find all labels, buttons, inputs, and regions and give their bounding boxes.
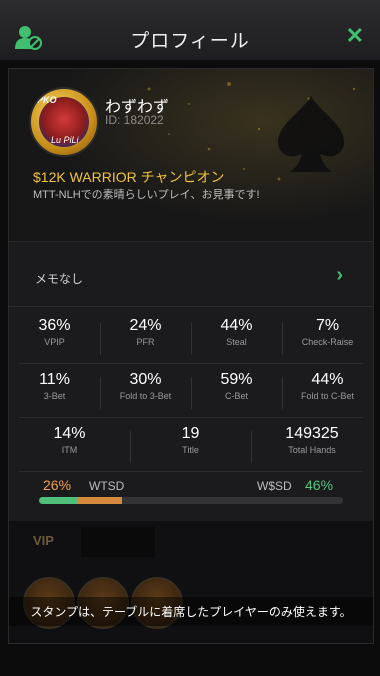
stat-label: Steal [226, 337, 247, 347]
stat-label: Title [182, 445, 199, 455]
stat-label: VPIP [44, 337, 65, 347]
stat-steal: 44% Steal [191, 317, 282, 347]
profile-panel: PKO Lu PiLi わずわず ID: 182022 $12K WARRIOR… [8, 68, 374, 644]
page-title: プロフィール [130, 31, 250, 52]
stat-label: ITM [61, 445, 78, 455]
stat-label: Total Hands [288, 445, 336, 455]
stat-vpip: 36% VPIP [9, 317, 100, 347]
stat-total-hands: 149325 Total Hands [251, 425, 373, 455]
stat-itm: 14% ITM [9, 425, 130, 455]
avatar-text-top: PKO [37, 95, 57, 105]
wtsd-value: 26% [43, 477, 72, 493]
player-id: ID: 182022 [105, 113, 164, 127]
avatar-text-bottom: Lu PiLi [51, 135, 79, 145]
stat-label: Fold to C-Bet [300, 391, 355, 401]
stat-value: 149325 [285, 425, 339, 442]
wtsd-fill [77, 497, 122, 504]
chevron-right-icon[interactable]: › [336, 264, 343, 287]
wsd-value: 46% [305, 477, 334, 493]
divider [19, 471, 363, 472]
stamp-area: VIP スタンプは、テーブルに着席したプレイヤーのみ使えます。 [9, 521, 373, 643]
vip-tab[interactable]: VIP [33, 533, 54, 548]
stat-fold-to-3bet: 30% Fold to 3-Bet [100, 371, 191, 401]
spade-icon [278, 96, 344, 172]
stamp-thumbnail[interactable] [81, 527, 155, 557]
profile-hero: PKO Lu PiLi わずわず ID: 182022 $12K WARRIOR… [9, 69, 373, 241]
stamp-notice: スタンプは、テーブルに着席したプレイヤーのみ使えます。 [9, 597, 373, 626]
stat-3bet: 11% 3-Bet [9, 371, 100, 401]
stat-fold-to-cbet: 44% Fold to C-Bet [282, 371, 373, 401]
stat-value: 44% [220, 317, 253, 334]
stat-check-raise: 7% Check-Raise [282, 317, 373, 347]
top-bar: プロフィール ✕ [0, 0, 380, 60]
stat-label: 3-Bet [43, 391, 66, 401]
stat-label: Fold to 3-Bet [119, 391, 172, 401]
stat-label: PFR [136, 337, 155, 347]
divider [19, 363, 363, 364]
stat-value: 7% [315, 317, 340, 334]
showdown-bar [39, 497, 343, 504]
stat-value: 19 [181, 425, 200, 442]
stats-row-3: 14% ITM 19 Title 149325 Total Hands [9, 425, 373, 473]
memo-row[interactable]: メモなし › [9, 241, 373, 307]
achievement-description: MTT-NLHでの素晴らしいプレイ、お見事です! [33, 189, 260, 201]
wsd-label: W$SD [257, 479, 292, 493]
stats-row-1: 36% VPIP 24% PFR 44% Steal 7% Check-Rais… [9, 317, 373, 365]
stat-value: 59% [220, 371, 253, 388]
stat-label: C-Bet [224, 391, 248, 401]
stat-value: 44% [311, 371, 344, 388]
divider [19, 417, 363, 418]
stat-value: 24% [129, 317, 162, 334]
stat-title: 19 Title [130, 425, 251, 455]
wtsd-label: WTSD [89, 479, 125, 493]
stat-value: 30% [129, 371, 162, 388]
wsd-fill [39, 497, 78, 504]
memo-label: メモなし [35, 272, 84, 286]
stat-label: Check-Raise [301, 337, 354, 347]
achievement-title: $12K WARRIOR チャンピオン [33, 169, 225, 185]
stat-value: 11% [39, 371, 70, 388]
stat-value: 14% [53, 425, 86, 442]
stats-row-2: 11% 3-Bet 30% Fold to 3-Bet 59% C-Bet 44… [9, 371, 373, 419]
stat-pfr: 24% PFR [100, 317, 191, 347]
stat-cbet: 59% C-Bet [191, 371, 282, 401]
stat-value: 36% [38, 317, 71, 334]
avatar: PKO Lu PiLi [29, 87, 99, 157]
close-icon[interactable]: ✕ [346, 23, 364, 49]
